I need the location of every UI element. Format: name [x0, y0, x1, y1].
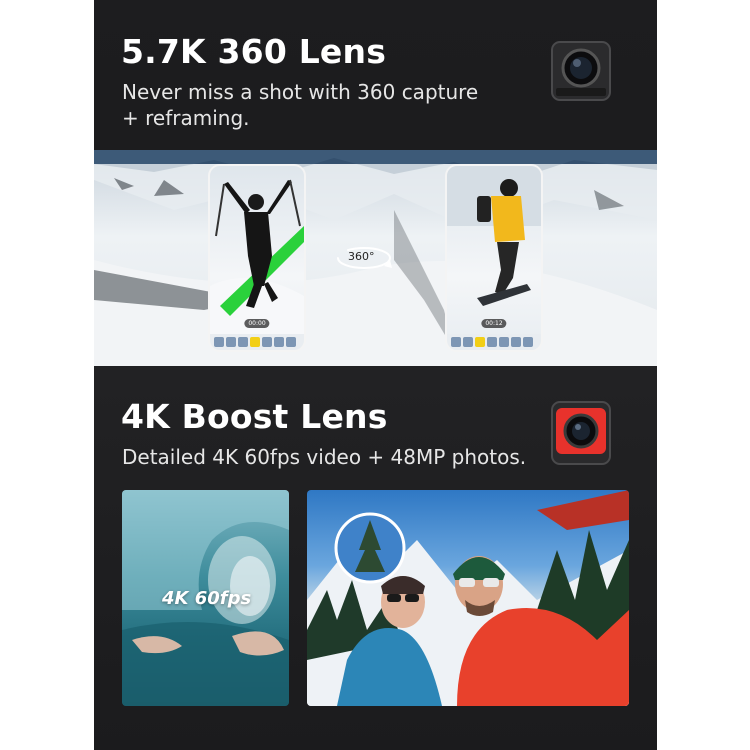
- product-panel: 5.7K 360 Lens Never miss a shot with 360…: [94, 0, 657, 750]
- rotate-label: 360°: [348, 250, 375, 263]
- section1-title: 5.7K 360 Lens: [121, 32, 387, 71]
- right-thumbnail-strip[interactable]: [447, 334, 541, 350]
- left-thumbnail-strip[interactable]: [210, 334, 304, 350]
- selfie-mountain-image: [307, 490, 629, 706]
- ski-360-scene: 00:00 360° 00:12: [94, 150, 657, 366]
- right-timestamp: 00:12: [481, 319, 507, 328]
- camera-4k-lens-icon: [548, 398, 614, 472]
- camera-360-lens-icon: [546, 38, 618, 108]
- wave-surf-image: 4K 60fps: [122, 490, 289, 706]
- section2-title: 4K Boost Lens: [121, 397, 388, 436]
- left-phone-preview: 00:00: [208, 164, 306, 352]
- left-timestamp: 00:00: [244, 319, 270, 328]
- right-phone-preview: 00:12: [445, 164, 543, 352]
- section1-subtitle-line2: + reframing.: [122, 106, 250, 130]
- wave-4k-label: 4K 60fps: [162, 588, 252, 609]
- section2-subtitle: Detailed 4K 60fps video + 48MP photos.: [122, 445, 527, 469]
- section1-subtitle-line1: Never miss a shot with 360 capture: [122, 80, 479, 104]
- rotate-360-indicator: 360°: [334, 242, 394, 274]
